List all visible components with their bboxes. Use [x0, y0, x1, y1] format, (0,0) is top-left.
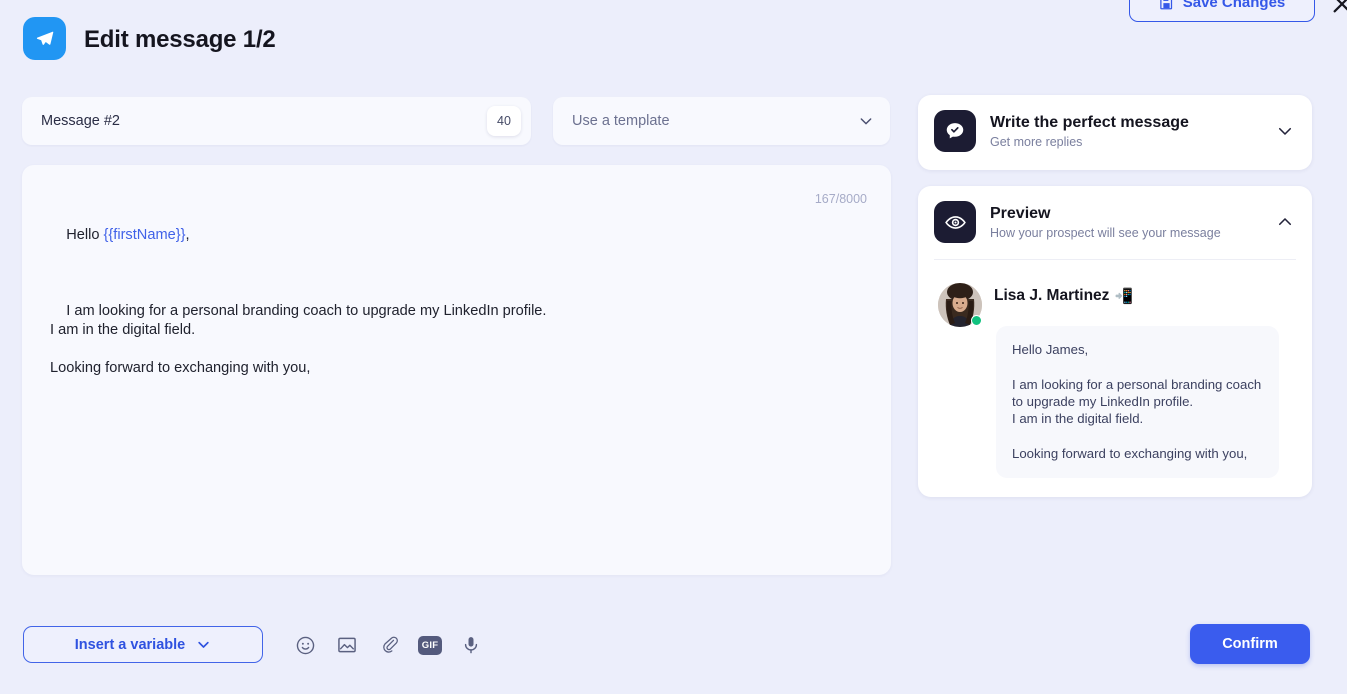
greeting-suffix: ,	[185, 227, 190, 243]
floppy-disk-save-icon	[1159, 0, 1172, 9]
online-status-dot	[971, 315, 982, 326]
editor-tool-icons: GIF	[292, 632, 484, 658]
eye-icon-wrap	[934, 201, 976, 243]
confirm-button[interactable]: Confirm	[1190, 624, 1310, 664]
preview-sender-name-text: Lisa J. Martinez	[994, 287, 1110, 304]
tips-card-title: Write the perfect message	[990, 113, 1189, 131]
insert-variable-button[interactable]: Insert a variable	[23, 626, 263, 663]
image-icon	[338, 637, 356, 653]
message-name-value: Message #2	[41, 113, 120, 129]
chat-bubble-check-icon	[946, 123, 964, 139]
attachment-paperclip-icon	[382, 636, 398, 653]
gif-icon-button[interactable]: GIF	[418, 635, 442, 655]
send-plane-icon	[36, 31, 53, 45]
preview-card-toggle[interactable]	[1276, 213, 1294, 231]
tips-card-subtitle: Get more replies	[990, 134, 1083, 149]
insert-variable-label: Insert a variable	[74, 636, 186, 653]
preview-card-texts: Preview How your prospect will see your …	[990, 205, 1221, 240]
confirm-label: Confirm	[1222, 636, 1278, 652]
chevron-up-icon	[1278, 218, 1292, 226]
template-select[interactable]: Use a template	[553, 97, 890, 145]
preview-card-title: Preview	[990, 204, 1051, 222]
preview-card[interactable]: Preview How your prospect will see your …	[918, 186, 1312, 497]
emoji-icon-button[interactable]	[292, 632, 318, 658]
eye-icon	[944, 215, 966, 229]
emoji-icon	[296, 636, 314, 654]
mobile-phone-arrow-icon: 📲	[1114, 288, 1134, 305]
character-counter: 167/8000	[814, 192, 867, 206]
preview-card-subtitle: How your prospect will see your message	[990, 225, 1221, 240]
variable-token-firstname[interactable]: {{firstName}}	[104, 227, 186, 243]
gif-label: GIF	[421, 639, 439, 651]
save-changes-label: Save Changes	[1182, 0, 1286, 11]
chevron-down-icon	[1278, 127, 1292, 135]
greeting-prefix: Hello	[66, 227, 104, 243]
close-dialog-button[interactable]	[1329, 0, 1347, 17]
tips-card-header[interactable]: Write the perfect message Get more repli…	[918, 95, 1312, 152]
preview-card-header[interactable]: Preview How your prospect will see your …	[918, 186, 1312, 243]
message-name-field[interactable]: Message #2 40	[22, 97, 531, 145]
message-body-text: I am looking for a personal branding coa…	[50, 303, 547, 376]
chat-bubble-check-icon-wrap	[934, 110, 976, 152]
page-title: Edit message 1/2	[84, 26, 276, 53]
message-editor-content[interactable]: Hello {{firstName}}, I am looking for a …	[50, 207, 863, 397]
image-icon-button[interactable]	[334, 632, 360, 658]
tips-card-texts: Write the perfect message Get more repli…	[990, 114, 1189, 149]
tips-card-toggle[interactable]	[1276, 122, 1294, 140]
microphone-icon-button[interactable]	[458, 632, 484, 658]
app-logo	[23, 17, 66, 60]
preview-sender-name: Lisa J. Martinez 📲	[994, 287, 1133, 305]
preview-message-bubble: Hello James, I am looking for a personal…	[996, 326, 1279, 479]
attachment-icon-button[interactable]	[376, 632, 402, 658]
microphone-icon	[464, 637, 478, 654]
chevron-down-icon	[198, 641, 209, 648]
save-changes-button[interactable]: Save Changes	[1129, 0, 1315, 22]
template-select-placeholder: Use a template	[572, 113, 670, 129]
close-x-icon	[1333, 0, 1347, 13]
chevron-down-icon	[860, 118, 872, 125]
write-perfect-message-card[interactable]: Write the perfect message Get more repli…	[918, 95, 1312, 170]
message-delay-badge[interactable]: 40	[487, 106, 521, 136]
preview-divider	[934, 259, 1296, 260]
message-editor-card[interactable]: 167/8000 Hello {{firstName}}, I am looki…	[22, 165, 891, 575]
avatar	[938, 283, 982, 327]
